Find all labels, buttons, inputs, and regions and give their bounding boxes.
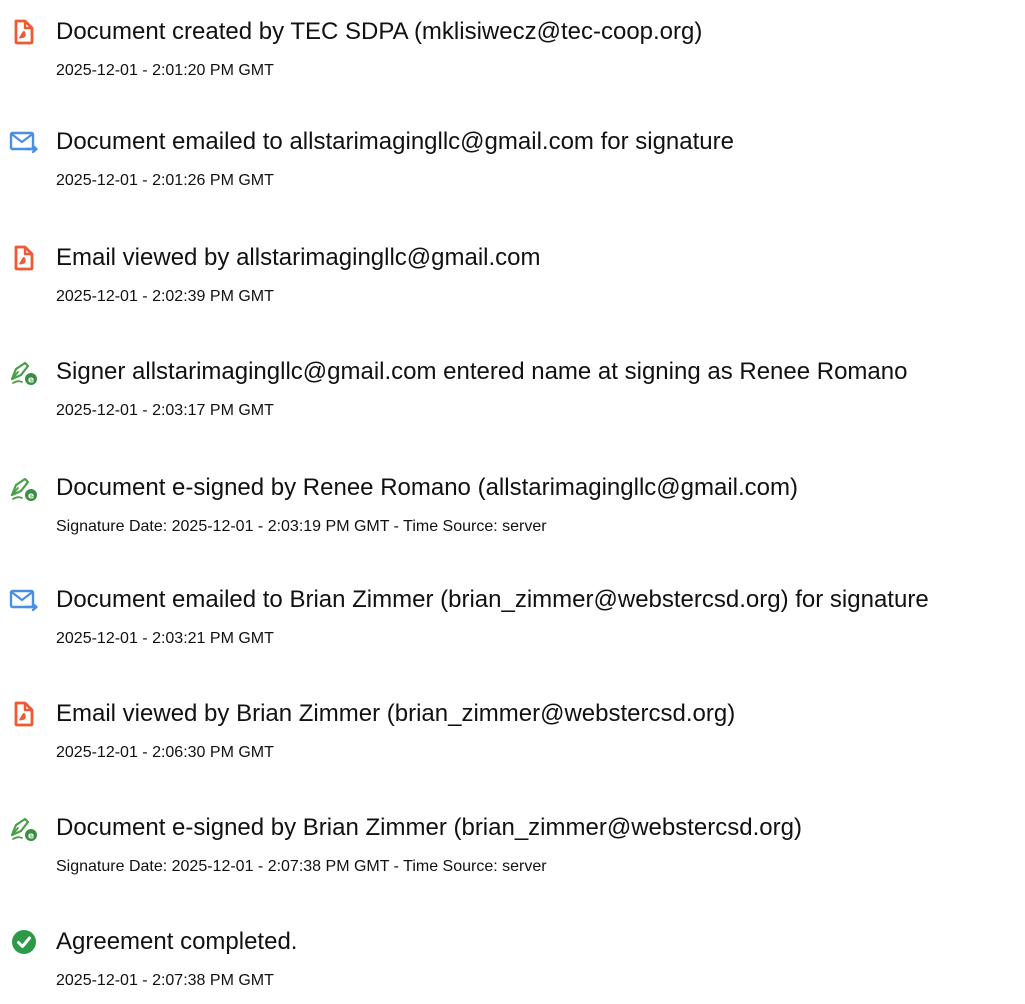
audit-event: Document emailed to allstarimagingllc@gm… [0,124,1025,204]
check-circle-icon [8,926,40,958]
document-icon [8,242,40,274]
audit-event: e Document e-signed by Brian Zimmer (bri… [0,810,1025,890]
email-sent-icon [8,126,40,158]
event-title: Email viewed by allstarimagingllc@gmail.… [56,244,541,271]
document-icon [8,698,40,730]
audit-event: e Document e-signed by Renee Romano (all… [0,470,1025,550]
document-icon [8,16,40,48]
event-title: Document e-signed by Renee Romano (allst… [56,474,799,501]
svg-text:e: e [28,375,34,385]
event-title: Document created by TEC SDPA (mklisiwecz… [56,18,703,45]
event-timestamp: Signature Date: 2025-12-01 - 2:07:38 PM … [56,858,547,875]
event-timestamp: 2025-12-01 - 2:07:38 PM GMT [56,972,274,989]
e-sign-pen-icon: e [8,356,40,388]
audit-event: Agreement completed. 2025-12-01 - 2:07:3… [0,924,1025,1004]
svg-text:e: e [28,831,34,841]
e-sign-pen-icon: e [8,812,40,844]
event-title: Document e-signed by Brian Zimmer (brian… [56,814,802,841]
event-timestamp: 2025-12-01 - 2:03:17 PM GMT [56,402,274,419]
event-title: Agreement completed. [56,928,298,955]
audit-event: Document created by TEC SDPA (mklisiwecz… [0,14,1025,94]
event-title: Email viewed by Brian Zimmer (brian_zimm… [56,700,736,727]
e-sign-pen-icon: e [8,472,40,504]
event-timestamp: Signature Date: 2025-12-01 - 2:03:19 PM … [56,518,547,535]
event-title: Document emailed to allstarimagingllc@gm… [56,128,734,155]
event-timestamp: 2025-12-01 - 2:01:20 PM GMT [56,62,274,79]
event-title: Document emailed to Brian Zimmer (brian_… [56,586,929,613]
audit-event: Email viewed by allstarimagingllc@gmail.… [0,240,1025,320]
svg-text:e: e [28,491,34,501]
event-timestamp: 2025-12-01 - 2:01:26 PM GMT [56,172,274,189]
event-title: Signer allstarimagingllc@gmail.com enter… [56,358,908,385]
event-timestamp: 2025-12-01 - 2:06:30 PM GMT [56,744,274,761]
event-timestamp: 2025-12-01 - 2:03:21 PM GMT [56,630,274,647]
audit-event: e Signer allstarimagingllc@gmail.com ent… [0,354,1025,434]
audit-event: Document emailed to Brian Zimmer (brian_… [0,582,1025,662]
email-sent-icon [8,584,40,616]
audit-event: Email viewed by Brian Zimmer (brian_zimm… [0,696,1025,776]
event-timestamp: 2025-12-01 - 2:02:39 PM GMT [56,288,274,305]
